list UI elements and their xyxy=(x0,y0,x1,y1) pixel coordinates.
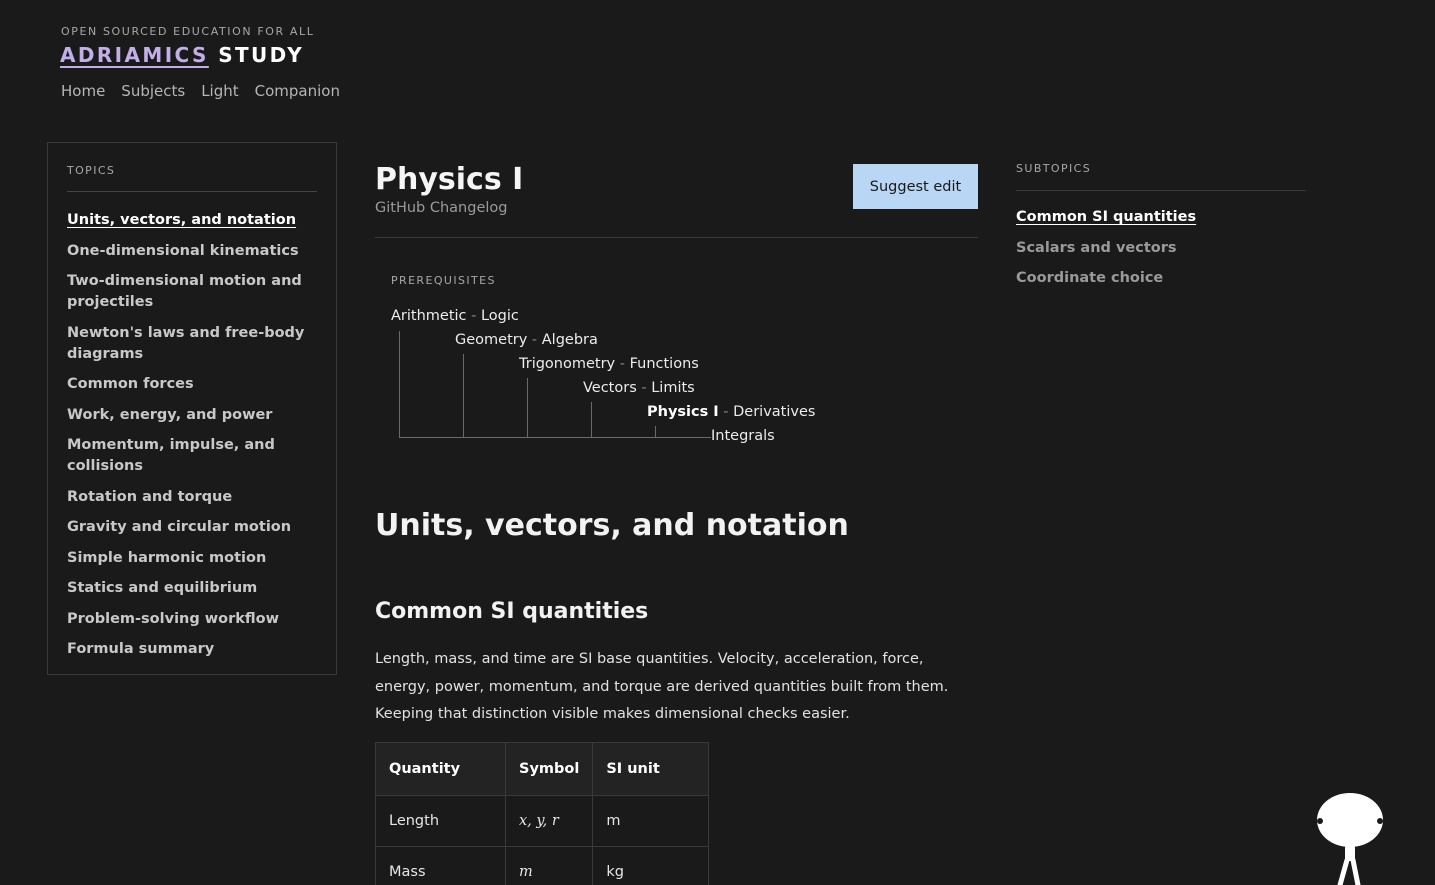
prereq-sep: - xyxy=(619,356,625,372)
subtopic-list: Common SI quantities Scalars and vectors… xyxy=(1016,207,1196,299)
topic-item[interactable]: Formula summary xyxy=(67,639,307,660)
prereq-row: Geometry - Algebra xyxy=(455,332,598,348)
subtopic-item[interactable]: Scalars and vectors xyxy=(1016,238,1196,259)
topic-item[interactable]: One-dimensional kinematics xyxy=(67,241,307,262)
brand-part2: STUDY xyxy=(218,43,305,67)
prereq-row: Arithmetic - Logic xyxy=(391,308,519,324)
prereq-link[interactable]: Vectors xyxy=(583,380,637,396)
table-cell: Mass xyxy=(375,846,506,885)
topic-item[interactable]: Rotation and torque xyxy=(67,487,307,508)
tree-connector xyxy=(399,437,711,438)
topic-list: Units, vectors, and notation One-dimensi… xyxy=(67,210,307,670)
tree-connector xyxy=(399,331,400,437)
topic-item[interactable]: Problem-solving workflow xyxy=(67,609,307,630)
topic-item[interactable]: Two-dimensional motion and projectiles xyxy=(67,271,307,313)
table-header: Symbol xyxy=(504,742,594,796)
prereq-link[interactable]: Functions xyxy=(630,356,699,372)
prereq-link[interactable]: Algebra xyxy=(542,332,598,348)
prereq-link[interactable]: Logic xyxy=(481,308,519,324)
site-logo-link[interactable]: ADRIAMICS STUDY xyxy=(60,43,304,67)
subtopic-item[interactable]: Common SI quantities xyxy=(1016,207,1196,228)
table-header: SI unit xyxy=(592,742,710,796)
section-title: Units, vectors, and notation xyxy=(375,508,849,543)
table-row: Mass m kg xyxy=(375,846,710,885)
top-nav: Home Subjects Light Companion xyxy=(61,82,340,100)
prereq-sep: - xyxy=(641,380,647,396)
nav-companion[interactable]: Companion xyxy=(255,82,340,100)
prereq-row: Physics I - Derivatives xyxy=(647,404,815,420)
nav-subjects[interactable]: Subjects xyxy=(121,82,185,100)
prereq-row: Integrals xyxy=(711,428,775,444)
topic-item[interactable]: Statics and equilibrium xyxy=(67,578,307,599)
title-divider xyxy=(375,237,978,238)
prereq-link[interactable]: Geometry xyxy=(455,332,527,348)
suggest-edit-button[interactable]: Suggest edit xyxy=(853,164,978,209)
prereq-link[interactable]: Limits xyxy=(651,380,695,396)
table-cell: m xyxy=(592,795,710,847)
prereq-link[interactable]: Arithmetic xyxy=(391,308,467,324)
mascot-figure-icon[interactable] xyxy=(1312,790,1388,885)
subtopics-label: SUBTOPICS xyxy=(1016,162,1092,175)
nav-light[interactable]: Light xyxy=(201,82,238,100)
topic-item[interactable]: Work, energy, and power xyxy=(67,405,307,426)
prereq-row: Vectors - Limits xyxy=(583,380,695,396)
changelog-link[interactable]: GitHub Changelog xyxy=(375,200,507,216)
prereq-link[interactable]: Trigonometry xyxy=(519,356,615,372)
prerequisites-label: PREREQUISITES xyxy=(391,274,496,287)
prereq-sep: - xyxy=(471,308,477,324)
prereq-row: Trigonometry - Functions xyxy=(519,356,699,372)
tree-connector xyxy=(527,378,528,437)
body-paragraph: Length, mass, and time are SI base quant… xyxy=(375,651,949,722)
site-tagline: OPEN SOURCED EDUCATION FOR ALL xyxy=(61,25,315,38)
prereq-sep: - xyxy=(531,332,538,348)
page-title: Physics I xyxy=(375,162,524,197)
table-cell-math: x, y, r xyxy=(504,795,594,847)
subtopics-divider xyxy=(1016,190,1306,191)
subtopic-item[interactable]: Coordinate choice xyxy=(1016,268,1196,289)
table-cell-math: m xyxy=(504,846,594,885)
table-cell: kg xyxy=(592,846,710,885)
topic-item[interactable]: Gravity and circular motion xyxy=(67,517,307,538)
prereq-link[interactable]: Derivatives xyxy=(733,404,815,420)
table-row: Length x, y, r m xyxy=(375,795,710,847)
table-header: Quantity xyxy=(375,742,506,796)
topics-panel: TOPICS Units, vectors, and notation One-… xyxy=(47,142,337,675)
topic-item[interactable]: Momentum, impulse, and collisions xyxy=(67,435,307,477)
topic-item[interactable]: Newton's laws and free-body diagrams xyxy=(67,323,307,365)
tree-connector xyxy=(655,426,656,437)
subsection-title: Common SI quantities xyxy=(375,599,649,624)
prereq-sep: - xyxy=(723,404,729,420)
tree-connector xyxy=(463,354,464,437)
topic-item[interactable]: Simple harmonic motion xyxy=(67,548,307,569)
tree-connector xyxy=(591,402,592,437)
table-cell: Length xyxy=(375,795,506,847)
si-quantities-table: Quantity Symbol SI unit Length x, y, r m… xyxy=(375,742,710,885)
prereq-link[interactable]: Integrals xyxy=(711,428,775,444)
prereq-current: Physics I xyxy=(647,404,719,420)
topics-label: TOPICS xyxy=(67,164,116,177)
topic-item[interactable]: Common forces xyxy=(67,374,307,395)
brand-part1: ADRIAMICS xyxy=(60,43,209,67)
topic-item[interactable]: Units, vectors, and notation xyxy=(67,210,307,231)
table-header-row: Quantity Symbol SI unit xyxy=(375,742,710,796)
topics-divider xyxy=(67,191,317,192)
nav-home[interactable]: Home xyxy=(61,82,105,100)
